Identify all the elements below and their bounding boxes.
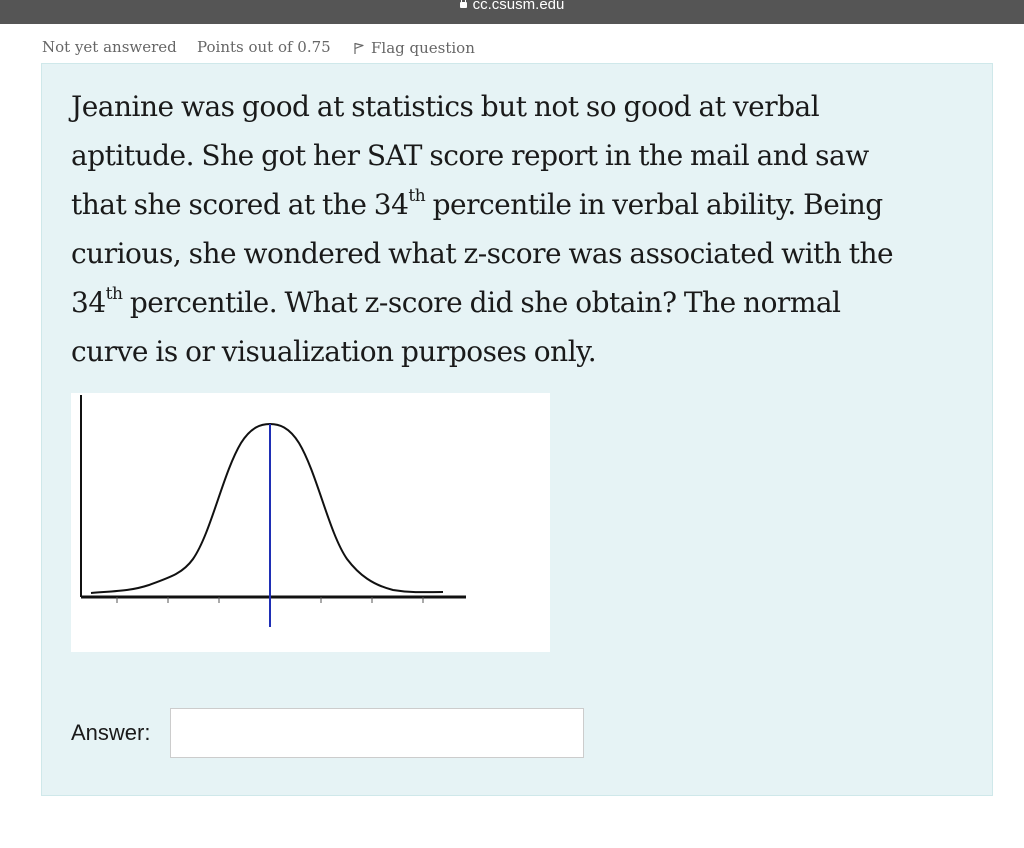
superscript: th (105, 283, 123, 304)
normal-curve-image (80, 395, 466, 627)
question-status: Not yet answered (42, 38, 177, 56)
question-line: curve is or visualization purposes only. (71, 335, 597, 368)
lock-icon (459, 0, 467, 8)
normal-curve-figure (71, 393, 550, 652)
flag-icon (354, 42, 364, 54)
question-text: Jeanine was good at statistics but not s… (71, 82, 971, 376)
question-line: 34th percentile. What z-score did she ob… (71, 278, 971, 327)
answer-input[interactable] (170, 708, 584, 758)
question-points: Points out of 0.75 (197, 38, 331, 56)
question-text-part: 34 (71, 286, 106, 319)
flag-question-link[interactable]: Flag question (352, 38, 475, 57)
url-text: cc.csusm.edu (472, 0, 565, 13)
question-line: Jeanine was good at statistics but not s… (71, 90, 820, 123)
question-line: curious, she wondered what z-score was a… (71, 237, 894, 270)
question-text-part: that she scored at the 34 (71, 188, 409, 221)
question-text-part: percentile in verbal ability. Being (425, 188, 884, 221)
question-panel: Jeanine was good at statistics but not s… (41, 63, 993, 796)
url-display[interactable]: cc.csusm.edu (0, 0, 1024, 15)
flag-question-label: Flag question (371, 39, 475, 57)
answer-label: Answer: (71, 720, 151, 745)
normal-curve (90, 422, 444, 594)
superscript: th (408, 185, 426, 206)
question-line: that she scored at the 34th percentile i… (71, 180, 971, 229)
browser-address-bar: cc.csusm.edu (0, 0, 1024, 24)
question-text-part: percentile. What z-score did she obtain?… (122, 286, 841, 319)
question-line: aptitude. She got her SAT score report i… (71, 139, 869, 172)
